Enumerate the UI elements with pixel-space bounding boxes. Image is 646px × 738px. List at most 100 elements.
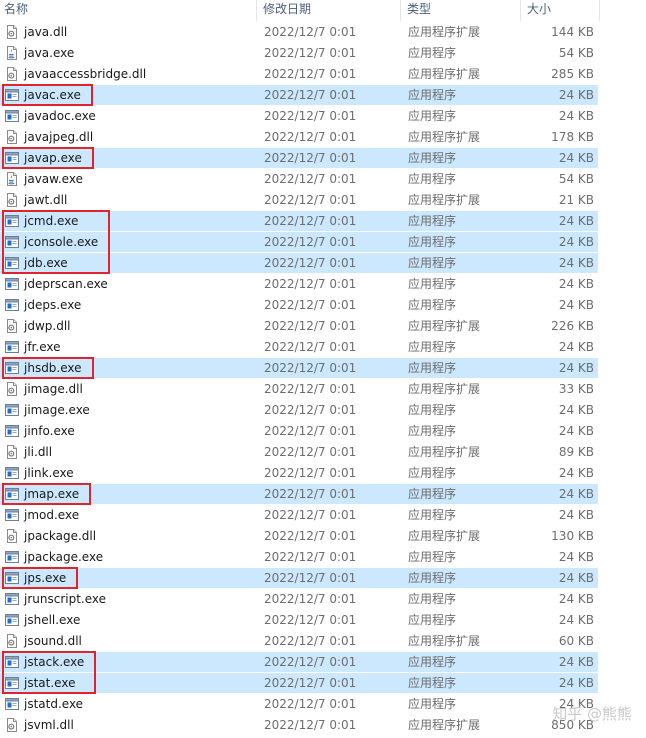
file-name: jconsole.exe	[24, 235, 99, 249]
file-row[interactable]: jshell.exe 2022/12/7 0:01 应用程序 24 KB	[0, 610, 646, 631]
file-row[interactable]: jdwp.dll 2022/12/7 0:01 应用程序扩展 226 KB	[0, 316, 646, 337]
column-header-name[interactable]: 名称	[0, 0, 257, 21]
file-name: jsvml.dll	[24, 718, 74, 732]
file-size: 54 KB	[558, 46, 594, 60]
file-name: javac.exe	[24, 88, 81, 102]
file-row[interactable]: jsound.dll 2022/12/7 0:01 应用程序扩展 60 KB	[0, 631, 646, 652]
file-type: 应用程序	[408, 340, 457, 354]
file-type: 应用程序	[408, 508, 457, 522]
file-name: jdwp.dll	[24, 319, 71, 333]
exe-window-icon	[5, 655, 19, 669]
file-row[interactable]: jimage.exe 2022/12/7 0:01 应用程序 24 KB	[0, 400, 646, 421]
file-date-modified: 2022/12/7 0:01	[264, 46, 357, 60]
exe-window-icon	[5, 487, 19, 501]
file-row[interactable]: javaaccessbridge.dll 2022/12/7 0:01 应用程序…	[0, 64, 646, 85]
file-row[interactable]: jstack.exe 2022/12/7 0:01 应用程序 24 KB	[0, 652, 646, 673]
exe-window-icon	[5, 214, 19, 228]
file-row[interactable]: javadoc.exe 2022/12/7 0:01 应用程序 24 KB	[0, 106, 646, 127]
file-name: jhsdb.exe	[24, 361, 82, 375]
file-name: jlink.exe	[24, 466, 74, 480]
exe-window-icon	[5, 298, 19, 312]
file-date-modified: 2022/12/7 0:01	[264, 256, 357, 270]
file-row[interactable]: jrunscript.exe 2022/12/7 0:01 应用程序 24 KB	[0, 589, 646, 610]
file-type: 应用程序扩展	[408, 130, 481, 144]
file-type: 应用程序扩展	[408, 529, 481, 543]
file-list: java.dll 2022/12/7 0:01 应用程序扩展 144 KB ja…	[0, 22, 646, 736]
file-row[interactable]: javajpeg.dll 2022/12/7 0:01 应用程序扩展 178 K…	[0, 127, 646, 148]
file-row[interactable]: jfr.exe 2022/12/7 0:01 应用程序 24 KB	[0, 337, 646, 358]
file-name: jrunscript.exe	[24, 592, 107, 606]
exe-window-icon	[5, 88, 19, 102]
file-row[interactable]: jcmd.exe 2022/12/7 0:01 应用程序 24 KB	[0, 211, 646, 232]
file-name: jcmd.exe	[24, 214, 79, 228]
file-date-modified: 2022/12/7 0:01	[264, 235, 357, 249]
file-name: jawt.dll	[24, 193, 68, 207]
file-date-modified: 2022/12/7 0:01	[264, 340, 357, 354]
file-date-modified: 2022/12/7 0:01	[264, 130, 357, 144]
file-date-modified: 2022/12/7 0:01	[264, 151, 357, 165]
file-date-modified: 2022/12/7 0:01	[264, 172, 357, 186]
file-type: 应用程序	[408, 424, 457, 438]
file-date-modified: 2022/12/7 0:01	[264, 214, 357, 228]
file-type: 应用程序	[408, 403, 457, 417]
file-row[interactable]: jdb.exe 2022/12/7 0:01 应用程序 24 KB	[0, 253, 646, 274]
file-row[interactable]: jhsdb.exe 2022/12/7 0:01 应用程序 24 KB	[0, 358, 646, 379]
file-size: 24 KB	[558, 487, 594, 501]
file-size: 24 KB	[558, 361, 594, 375]
exe-window-icon	[5, 571, 19, 585]
file-size: 24 KB	[558, 235, 594, 249]
file-row[interactable]: jdeprscan.exe 2022/12/7 0:01 应用程序 24 KB	[0, 274, 646, 295]
file-size: 24 KB	[558, 676, 594, 690]
file-row[interactable]: jstatd.exe 2022/12/7 0:01 应用程序 24 KB	[0, 694, 646, 715]
file-row[interactable]: jawt.dll 2022/12/7 0:01 应用程序扩展 21 KB	[0, 190, 646, 211]
file-row[interactable]: jli.dll 2022/12/7 0:01 应用程序扩展 89 KB	[0, 442, 646, 463]
file-row[interactable]: jpackage.dll 2022/12/7 0:01 应用程序扩展 130 K…	[0, 526, 646, 547]
file-row[interactable]: jmap.exe 2022/12/7 0:01 应用程序 24 KB	[0, 484, 646, 505]
file-row[interactable]: jimage.dll 2022/12/7 0:01 应用程序扩展 33 KB	[0, 379, 646, 400]
file-size: 24 KB	[558, 109, 594, 123]
file-date-modified: 2022/12/7 0:01	[264, 487, 357, 501]
file-row[interactable]: java.exe 2022/12/7 0:01 应用程序 54 KB	[0, 43, 646, 64]
column-header-date-modified[interactable]: 修改日期	[259, 0, 401, 21]
file-date-modified: 2022/12/7 0:01	[264, 319, 357, 333]
file-size: 24 KB	[558, 151, 594, 165]
file-name: jshell.exe	[24, 613, 81, 627]
file-size: 21 KB	[558, 193, 594, 207]
file-size: 24 KB	[558, 88, 594, 102]
file-name: jps.exe	[24, 571, 67, 585]
file-row[interactable]: jstat.exe 2022/12/7 0:01 应用程序 24 KB	[0, 673, 646, 694]
file-name: jstat.exe	[24, 676, 76, 690]
file-row[interactable]: jinfo.exe 2022/12/7 0:01 应用程序 24 KB	[0, 421, 646, 442]
file-row[interactable]: jconsole.exe 2022/12/7 0:01 应用程序 24 KB	[0, 232, 646, 253]
file-row[interactable]: java.dll 2022/12/7 0:01 应用程序扩展 144 KB	[0, 22, 646, 43]
file-date-modified: 2022/12/7 0:01	[264, 88, 357, 102]
file-row[interactable]: jpackage.exe 2022/12/7 0:01 应用程序 24 KB	[0, 547, 646, 568]
file-name: javaw.exe	[24, 172, 83, 186]
file-type: 应用程序	[408, 172, 457, 186]
file-row[interactable]: javaw.exe 2022/12/7 0:01 应用程序 54 KB	[0, 169, 646, 190]
file-name: jimage.dll	[24, 382, 83, 396]
dll-icon	[5, 529, 19, 543]
file-type: 应用程序	[408, 256, 457, 270]
file-size: 130 KB	[551, 529, 594, 543]
file-row[interactable]: jlink.exe 2022/12/7 0:01 应用程序 24 KB	[0, 463, 646, 484]
file-size: 24 KB	[558, 571, 594, 585]
file-name: jli.dll	[24, 445, 53, 459]
file-type: 应用程序	[408, 88, 457, 102]
dll-icon	[5, 718, 19, 732]
file-size: 24 KB	[558, 592, 594, 606]
file-type: 应用程序扩展	[408, 718, 481, 732]
file-row[interactable]: jsvml.dll 2022/12/7 0:01 应用程序扩展 850 KB	[0, 715, 646, 736]
column-header-type[interactable]: 类型	[403, 0, 521, 21]
file-date-modified: 2022/12/7 0:01	[264, 445, 357, 459]
file-row[interactable]: jmod.exe 2022/12/7 0:01 应用程序 24 KB	[0, 505, 646, 526]
file-size: 24 KB	[558, 508, 594, 522]
exe-window-icon	[5, 466, 19, 480]
file-type: 应用程序	[408, 655, 457, 669]
file-size: 24 KB	[558, 214, 594, 228]
file-row[interactable]: jdeps.exe 2022/12/7 0:01 应用程序 24 KB	[0, 295, 646, 316]
file-row[interactable]: javap.exe 2022/12/7 0:01 应用程序 24 KB	[0, 148, 646, 169]
column-header-size[interactable]: 大小	[523, 0, 600, 21]
file-row[interactable]: javac.exe 2022/12/7 0:01 应用程序 24 KB	[0, 85, 646, 106]
file-row[interactable]: jps.exe 2022/12/7 0:01 应用程序 24 KB	[0, 568, 646, 589]
